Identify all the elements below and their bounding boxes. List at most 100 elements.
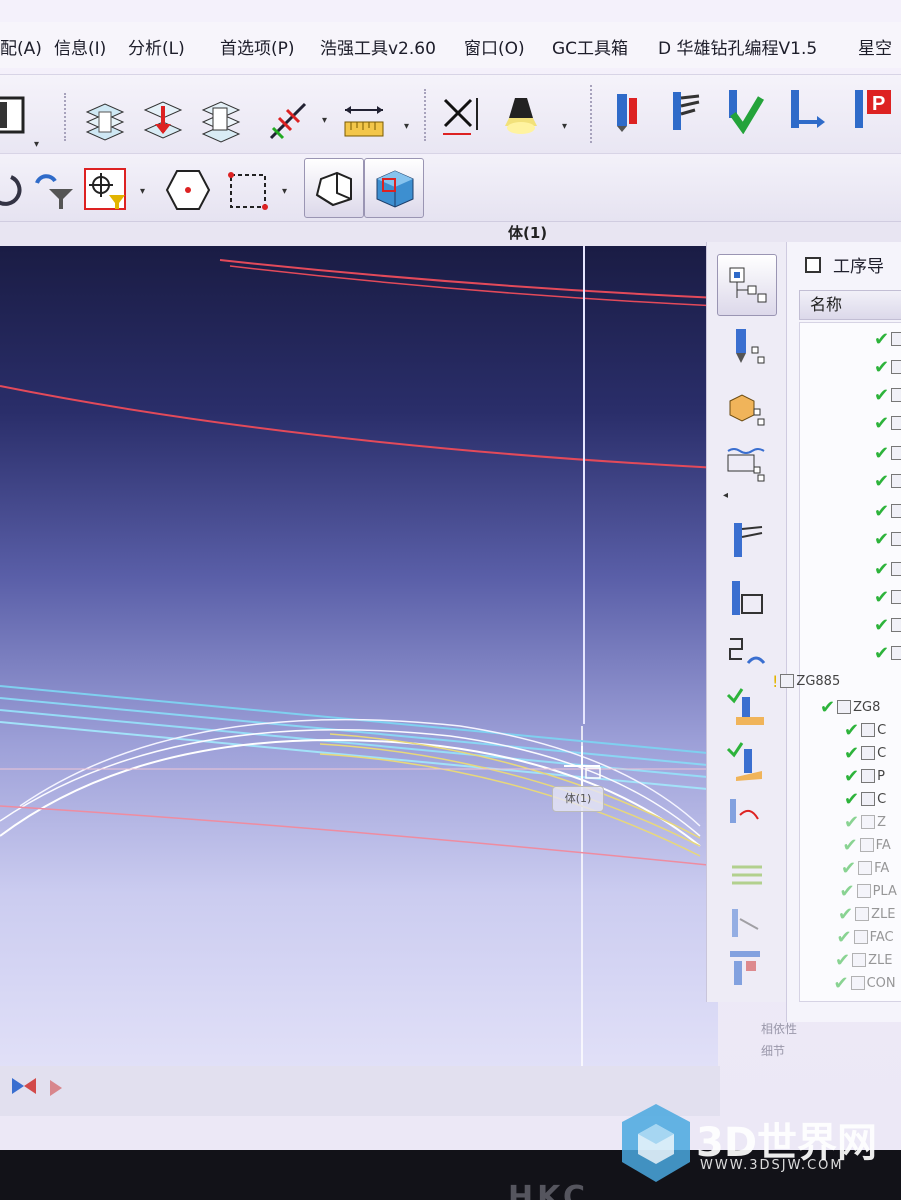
menu-xingkong[interactable]: 星空 <box>858 34 892 59</box>
menu-info[interactable]: 信息(I) <box>54 34 106 59</box>
tree-row[interactable]: ✔ <box>874 557 901 581</box>
point-down-icon[interactable] <box>78 95 130 147</box>
operation-type-icon <box>891 562 901 576</box>
dropdown-arrow-icon[interactable]: ▾ <box>140 186 145 197</box>
toolbar-separator <box>590 85 592 143</box>
method-view-icon[interactable] <box>717 438 777 490</box>
selection-filter-icon[interactable] <box>6 1074 126 1114</box>
operation-tree[interactable]: ✔ ✔ ✔ ✔ ✔ ✔ ✔ ✔ ✔ ✔ ✔ ✔! ZG885 ✔ ZG8 ✔ C ✔ C ✔ P ✔ C ✔ Z ✔ FA ✔ FA ✔ P… <box>772 322 901 1002</box>
tool-check-icon[interactable] <box>716 85 768 137</box>
tree-row[interactable]: ✔ CON <box>834 971 896 995</box>
tree-row[interactable]: ✔ FA <box>841 856 889 880</box>
menu-gc-toolbox[interactable]: GC工具箱 <box>552 34 628 59</box>
complete-check-icon: ✔ <box>874 384 890 406</box>
layers-stack-icon[interactable] <box>136 95 188 147</box>
menu-analysis[interactable]: 分析(L) <box>128 34 185 59</box>
tree-row[interactable]: ✔ PLA <box>840 879 897 903</box>
layer-copy-icon[interactable] <box>194 95 246 147</box>
dependencies-label[interactable]: 相依性 <box>761 1020 797 1037</box>
complete-check-icon: ✔ <box>844 742 860 764</box>
filter-icon[interactable] <box>26 164 78 216</box>
graphics-viewport[interactable]: 体(1) <box>0 246 718 1076</box>
watermark-cube-icon <box>622 1104 690 1182</box>
tree-row[interactable]: ✔ <box>874 527 901 551</box>
menu-assembly[interactable]: 配(A) <box>0 34 42 59</box>
tree-row-label: ZG885 <box>796 673 841 689</box>
operation-type-icon <box>891 446 901 460</box>
svg-text:P: P <box>872 93 885 115</box>
operation-type-icon <box>891 416 901 430</box>
tool-flag-icon[interactable] <box>656 85 708 137</box>
simulate-icon[interactable] <box>717 790 777 842</box>
monitor-brand-logo: HKC <box>508 1180 590 1200</box>
tree-row[interactable]: ✔ C <box>844 787 886 811</box>
complete-check-icon: ✔ <box>844 811 860 833</box>
watermark-url: WWW.3DSJW.COM <box>700 1158 844 1173</box>
details-label[interactable]: 细节 <box>761 1042 785 1059</box>
tree-row[interactable]: ✔ <box>874 411 901 435</box>
shop-doc-icon[interactable] <box>717 942 777 994</box>
column-header-name[interactable]: 名称 <box>799 290 901 320</box>
dropdown-arrow-icon[interactable]: ▾ <box>34 139 39 150</box>
tree-row[interactable]: ✔ FA <box>843 833 891 857</box>
menu-haoqiang-tools[interactable]: 浩强工具v2.60 <box>320 34 436 59</box>
dropdown-arrow-icon[interactable]: ▾ <box>282 186 287 197</box>
rectangle-select-icon[interactable] <box>222 164 274 216</box>
tree-row[interactable]: ✔ <box>874 613 901 637</box>
tree-row[interactable]: ✔ ZG8 <box>820 695 880 719</box>
menu-huaxiong-drilling[interactable]: D 华雄钻孔编程V1.5 <box>658 34 817 59</box>
snap-point-icon[interactable] <box>80 164 132 216</box>
tree-row[interactable]: ✔ <box>874 355 901 379</box>
tree-row[interactable]: ✔ Z <box>844 810 886 834</box>
navigator-pin-checkbox[interactable] <box>805 256 821 273</box>
operation-navigator-tab-icon[interactable] <box>717 254 777 316</box>
tree-row[interactable]: ✔ ZLE <box>838 902 895 926</box>
resource-bar: ◂ <box>706 242 788 1002</box>
generate-path-icon[interactable] <box>717 682 777 734</box>
tree-row[interactable]: ✔ FAC <box>837 925 894 949</box>
tree-row[interactable]: ✔ <box>874 585 901 609</box>
tool-blue-icon[interactable] <box>600 85 652 137</box>
view-layers-icon[interactable] <box>0 89 34 141</box>
operation-type-icon <box>891 618 901 632</box>
create-operation-icon[interactable] <box>717 514 777 566</box>
tree-row-label: C <box>877 745 887 761</box>
tree-row-label: CON <box>866 975 896 991</box>
light-icon[interactable] <box>494 89 546 141</box>
dimension-tool-icon[interactable] <box>262 95 314 147</box>
collapse-arrow-icon[interactable]: ◂ <box>723 490 728 501</box>
verify-path-icon[interactable] <box>717 736 777 788</box>
tool-p-icon[interactable]: P <box>846 85 898 137</box>
operation-type-icon <box>858 861 873 875</box>
create-tool-icon[interactable] <box>717 572 777 624</box>
tree-row[interactable]: ✔ C <box>844 718 886 742</box>
tree-row-label: FA <box>874 860 890 876</box>
menu-preferences[interactable]: 首选项(P) <box>220 34 295 59</box>
tree-row[interactable]: ✔ <box>874 641 901 665</box>
geometry-view-icon[interactable] <box>717 382 777 434</box>
toolpath-step-icon[interactable] <box>717 630 777 682</box>
tree-row-label: PLA <box>872 883 897 899</box>
coordinate-axis-icon[interactable] <box>434 89 486 141</box>
tree-row[interactable]: ✔ <box>874 441 901 465</box>
tree-row-label: Z <box>877 814 886 830</box>
dropdown-arrow-icon[interactable]: ▾ <box>404 121 409 132</box>
menu-window[interactable]: 窗口(O) <box>464 34 525 59</box>
shaded-cube-icon[interactable] <box>364 158 424 218</box>
tree-row[interactable]: ✔ ZLE <box>835 948 892 972</box>
dropdown-arrow-icon[interactable]: ▾ <box>562 121 567 132</box>
list-view-icon[interactable] <box>717 850 777 902</box>
tree-row[interactable]: ! ZG885 <box>772 669 840 693</box>
shaded-edges-icon[interactable] <box>304 158 364 218</box>
tree-row[interactable]: ✔ C <box>844 741 886 765</box>
tree-row[interactable]: ✔ <box>874 327 901 351</box>
tree-row[interactable]: ✔ <box>874 469 901 493</box>
hexagon-point-icon[interactable] <box>162 164 214 216</box>
tree-row[interactable]: ✔ <box>874 383 901 407</box>
machine-tool-view-icon[interactable] <box>717 322 777 374</box>
dropdown-arrow-icon[interactable]: ▾ <box>322 115 327 126</box>
tree-row[interactable]: ✔ <box>874 499 901 523</box>
tree-row[interactable]: ✔ P <box>844 764 885 788</box>
ruler-icon[interactable] <box>338 95 390 147</box>
tool-arrow-icon[interactable] <box>778 85 830 137</box>
